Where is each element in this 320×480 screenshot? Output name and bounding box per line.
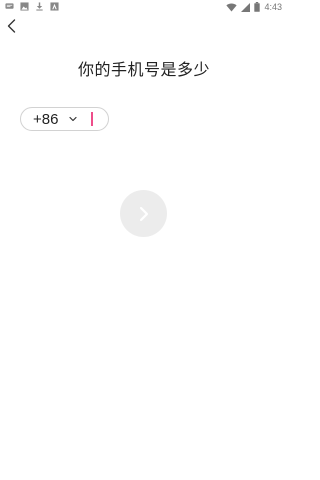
signal-icon xyxy=(241,2,251,12)
clock: 4:43 xyxy=(264,2,282,12)
status-bar: 4:43 xyxy=(0,0,288,14)
country-code-selector[interactable]: +86 xyxy=(33,108,58,130)
page-title: 你的手机号是多少 xyxy=(77,60,210,79)
battery-icon xyxy=(254,2,261,12)
text-cursor xyxy=(91,112,93,126)
back-button[interactable] xyxy=(4,18,18,34)
country-code-label: +86 xyxy=(33,110,59,128)
wifi-icon xyxy=(226,3,238,12)
phone-login-screen: 4:43 你的手机号是多少 +86 xyxy=(0,0,288,480)
chevron-down-icon[interactable] xyxy=(69,115,77,123)
phone-number-field[interactable]: +86 xyxy=(20,107,109,131)
notification-icons xyxy=(5,2,59,11)
system-status: 4:43 xyxy=(226,1,282,13)
download-icon xyxy=(36,2,43,11)
image-icon xyxy=(20,2,29,11)
chevron-left-icon xyxy=(7,19,15,33)
chevron-right-icon xyxy=(139,206,148,221)
next-button[interactable] xyxy=(120,190,167,237)
message-icon xyxy=(5,3,14,9)
app-icon xyxy=(50,2,59,11)
